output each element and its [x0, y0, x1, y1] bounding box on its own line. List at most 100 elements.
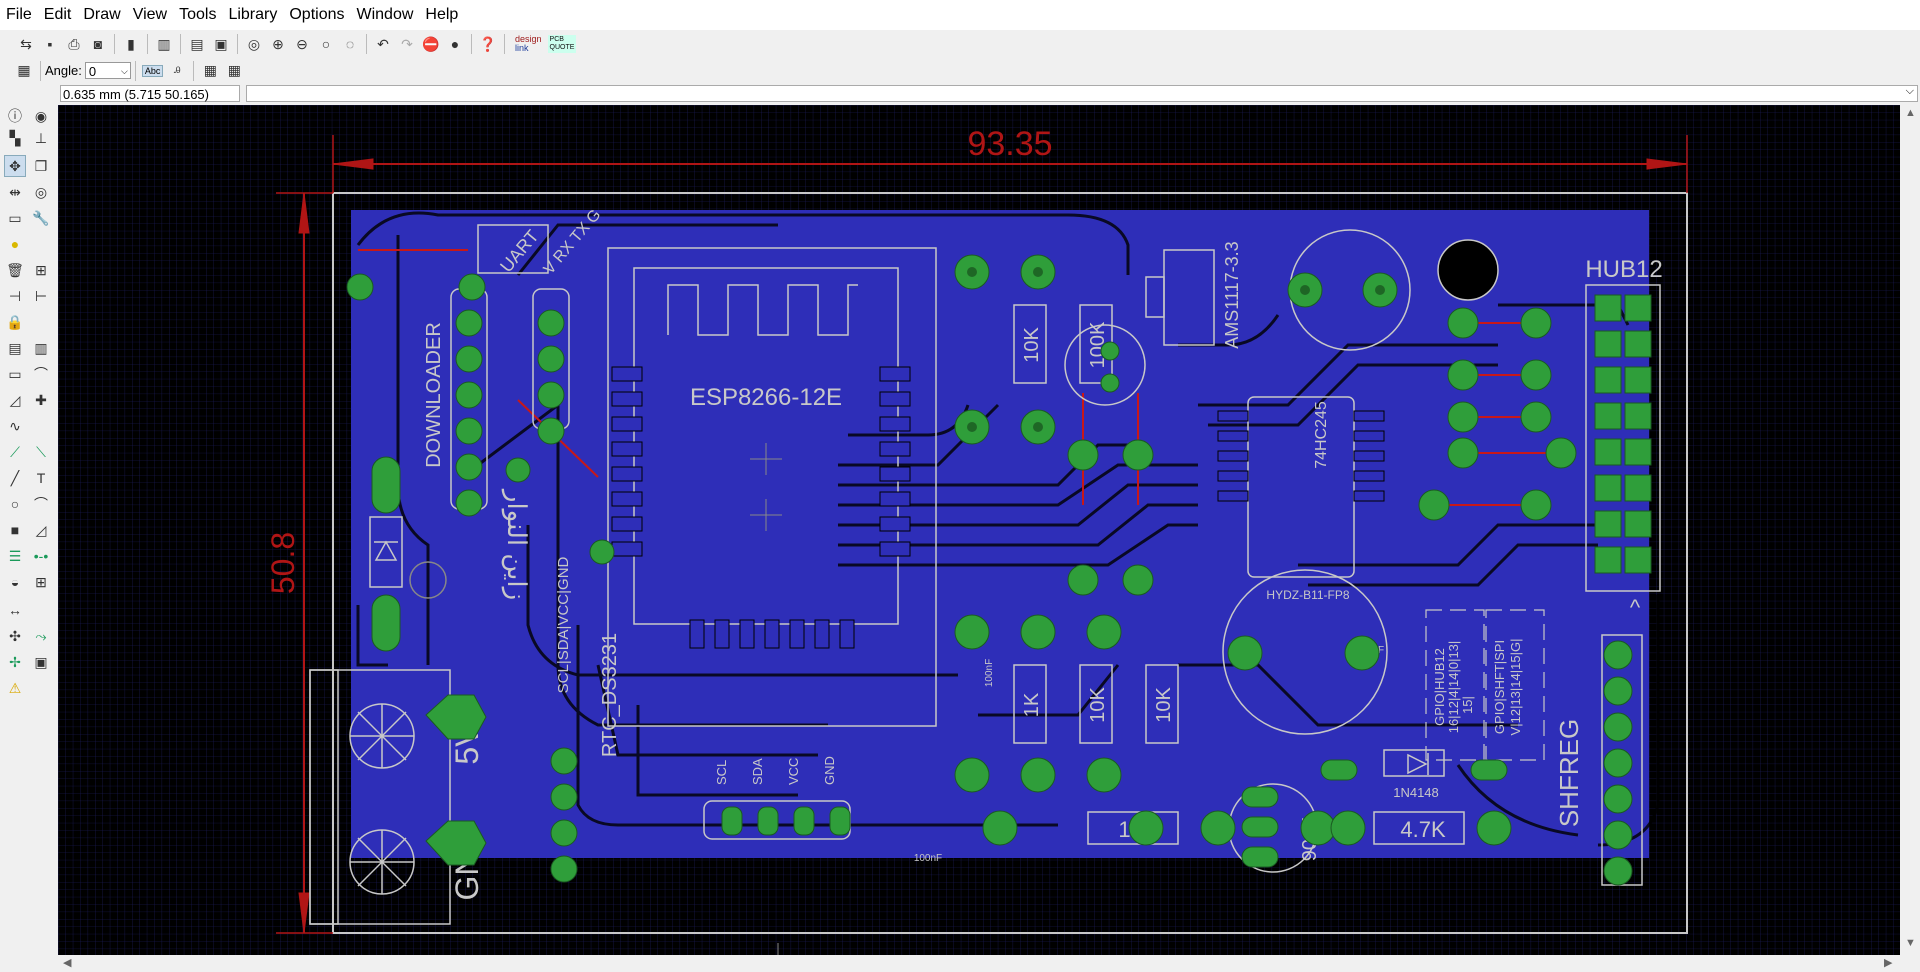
scroll-right-icon[interactable]: ▶: [1884, 956, 1892, 969]
dimension-height-label: 50.8: [265, 532, 301, 594]
grid-icon[interactable]: ▦: [14, 61, 34, 81]
diode-label: 1N4148: [1393, 785, 1439, 800]
route-auto-icon[interactable]: ⤳: [30, 625, 52, 647]
scroll-up-icon[interactable]: ▲: [1905, 107, 1916, 119]
angle-select[interactable]: 0 ⌵: [84, 62, 131, 79]
zoom-fit-icon[interactable]: ◎: [244, 34, 264, 54]
menu-edit[interactable]: Edit: [38, 0, 78, 30]
menu-help[interactable]: Help: [419, 0, 464, 30]
align-left-icon[interactable]: ▦: [200, 61, 220, 81]
pad-icon[interactable]: •-•: [30, 545, 52, 567]
info-icon[interactable]: ⓘ: [4, 105, 26, 127]
meander-icon[interactable]: ∿: [4, 415, 26, 437]
smash-icon[interactable]: ▤: [4, 337, 26, 359]
board-drawing[interactable]: 93.35 50.8 ESP8266-12E DOWNLOADER UART V…: [58, 105, 1900, 955]
copy-icon[interactable]: ❐: [30, 155, 52, 177]
show-icon[interactable]: ◉: [30, 105, 52, 127]
align-right-icon[interactable]: ▦: [224, 61, 244, 81]
split-icon[interactable]: ▭: [4, 363, 26, 385]
text-upright-button[interactable]: Abc: [141, 64, 164, 77]
zoom-out-icon[interactable]: ⊖: [292, 34, 312, 54]
add-icon[interactable]: ⊞: [30, 259, 52, 281]
menu-tools[interactable]: Tools: [173, 0, 222, 30]
arc-optimize-icon[interactable]: ⌒: [30, 363, 52, 385]
downloader-label: DOWNLOADER: [423, 322, 445, 468]
delete-icon[interactable]: 🗑: [4, 259, 26, 281]
change-icon[interactable]: 🔧: [30, 207, 52, 229]
warning-icon[interactable]: ⚠: [4, 677, 26, 699]
command-line-input[interactable]: ⌵: [246, 85, 1918, 102]
r3-label: 1K: [1021, 692, 1043, 717]
cam-icon[interactable]: ◙: [88, 34, 108, 54]
text-rotate-icon[interactable]: Ꭿ: [167, 61, 187, 81]
stop-icon[interactable]: ⛔: [421, 34, 441, 54]
menu-file[interactable]: File: [0, 0, 38, 30]
undo-icon[interactable]: ↶: [373, 34, 393, 54]
rect-icon[interactable]: ■: [4, 519, 26, 541]
text-icon[interactable]: T: [30, 467, 52, 489]
save-icon[interactable]: ▪: [40, 34, 60, 54]
redo-icon[interactable]: ↷: [397, 34, 417, 54]
ulp-icon[interactable]: ▥: [154, 34, 174, 54]
menu-draw[interactable]: Draw: [77, 0, 126, 30]
ripup-icon[interactable]: ✚: [30, 389, 52, 411]
gpio-hub12-map2: 15|: [1460, 696, 1475, 714]
paste-icon[interactable]: ●: [4, 233, 26, 255]
line-icon[interactable]: ╱: [4, 467, 26, 489]
script-icon[interactable]: ▮: [121, 34, 141, 54]
vertical-scrollbar[interactable]: ▲ ▼: [1900, 105, 1920, 955]
zoom-select-icon[interactable]: ◌: [340, 34, 360, 54]
wire-icon[interactable]: ⟋: [4, 441, 26, 463]
name-icon[interactable]: ⊣: [4, 285, 26, 307]
print-icon[interactable]: ⎙: [64, 34, 84, 54]
route-icon[interactable]: ◿: [4, 389, 26, 411]
regulator-label: AMS1117-3.3: [1222, 241, 1242, 348]
r5-label: 10K: [1153, 687, 1175, 723]
ratsnest-icon[interactable]: ⊞: [30, 571, 52, 593]
board-icon[interactable]: ▤: [187, 34, 207, 54]
open-icon[interactable]: ⇆: [16, 34, 36, 54]
menu-library[interactable]: Library: [222, 0, 283, 30]
designlink-button[interactable]: design link: [515, 35, 542, 53]
group-icon[interactable]: ▭: [4, 207, 26, 229]
layer-icon[interactable]: ▚: [4, 127, 26, 149]
zoom-in-icon[interactable]: ⊕: [268, 34, 288, 54]
board-canvas[interactable]: 93.35 50.8 ESP8266-12E DOWNLOADER UART V…: [58, 105, 1900, 955]
coordinate-bar: 0.635 mm (5.715 50.165) ⌵: [0, 83, 1920, 106]
rtc-pins-vertical-label: SCL|SDA|VCC|GND: [555, 556, 572, 693]
mirror-icon[interactable]: ⇹: [4, 181, 26, 203]
polygon-icon[interactable]: ◿: [30, 519, 52, 541]
buzzer-label: HYDZ-B11-FP8: [1266, 588, 1349, 602]
via-icon[interactable]: ☰: [4, 545, 26, 567]
go-icon[interactable]: ●: [445, 34, 465, 54]
signal-icon[interactable]: ⟍: [30, 441, 52, 463]
value-icon[interactable]: ⊢: [30, 285, 52, 307]
menu-options[interactable]: Options: [283, 0, 350, 30]
pcbquote-button[interactable]: PCB QUOTE: [547, 35, 577, 53]
miter-icon[interactable]: ▥: [30, 337, 52, 359]
help-icon[interactable]: ❓: [478, 34, 498, 54]
optimize-icon[interactable]: ✢: [4, 651, 26, 673]
gpio-hub12-label: GPIO|HUB12: [1432, 648, 1447, 726]
arc-icon[interactable]: ⌒: [30, 493, 52, 515]
horizontal-scrollbar[interactable]: ◀ ▶: [58, 955, 1900, 972]
r7-label: 4.7K: [1400, 817, 1446, 842]
menu-view[interactable]: View: [127, 0, 173, 30]
move-icon[interactable]: ✥: [4, 155, 26, 177]
hole-icon[interactable]: ◒: [4, 571, 26, 593]
menu-window[interactable]: Window: [351, 0, 420, 30]
scroll-down-icon[interactable]: ▼: [1905, 937, 1916, 949]
autorouter-icon[interactable]: ✣: [4, 625, 26, 647]
lock-icon[interactable]: 🔒: [4, 311, 26, 333]
dimension-icon[interactable]: ↔: [4, 599, 26, 621]
mark-icon[interactable]: ⊥: [30, 127, 52, 149]
chevron-down-icon[interactable]: ⌵: [1906, 85, 1914, 98]
mounting-hole: [1437, 239, 1499, 301]
drc-icon[interactable]: ▣: [30, 651, 52, 673]
scroll-left-icon[interactable]: ◀: [63, 956, 71, 969]
rtc-pin-vcc: VCC: [786, 758, 801, 785]
schematic-icon[interactable]: ▣: [211, 34, 231, 54]
zoom-redraw-icon[interactable]: ○: [316, 34, 336, 54]
rotate-icon[interactable]: ◎: [30, 181, 52, 203]
circle-icon[interactable]: ○: [4, 493, 26, 515]
